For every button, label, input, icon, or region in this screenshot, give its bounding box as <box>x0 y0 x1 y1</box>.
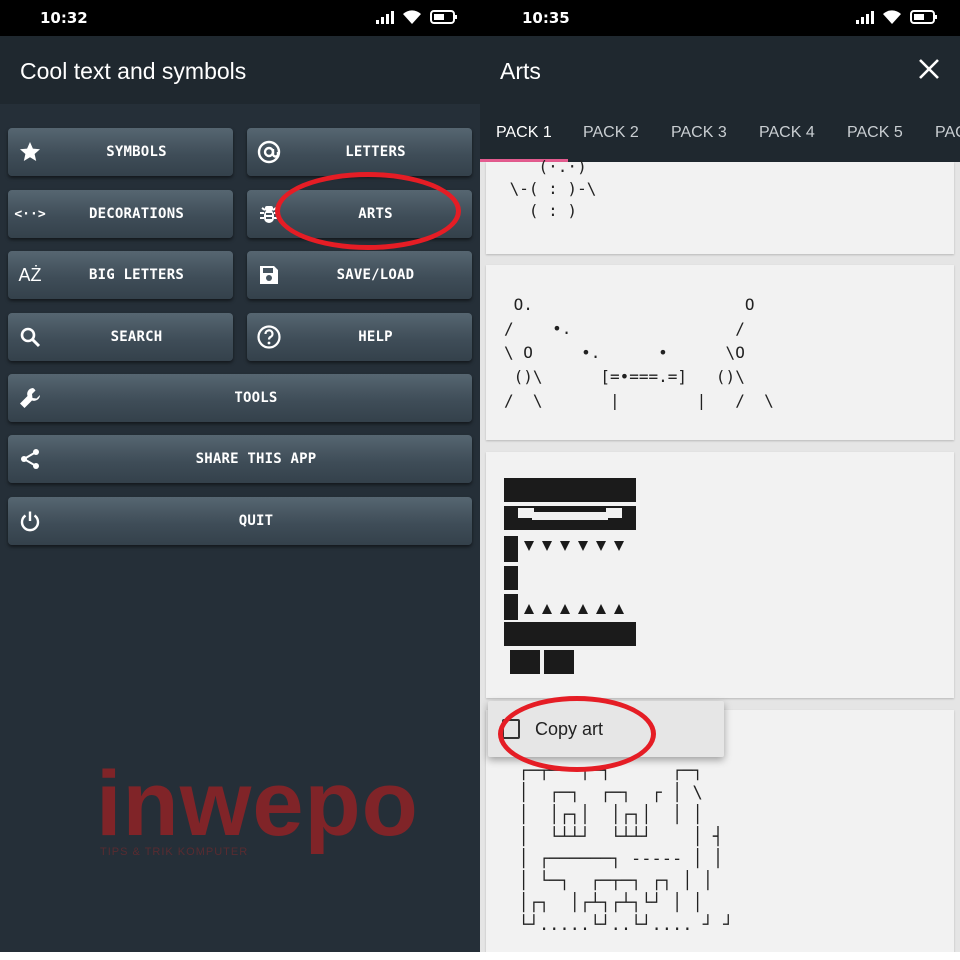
copy-art-popup[interactable]: Copy art <box>488 701 724 757</box>
tools-button[interactable]: TOOLS <box>8 374 472 422</box>
tab-pack-4[interactable]: PACK 4 <box>759 124 815 142</box>
art-card[interactable] <box>486 452 954 698</box>
share-label: SHARE THIS APP <box>195 451 317 467</box>
status-bar: 10:35 <box>480 0 960 36</box>
signal-icon <box>856 10 874 24</box>
app-bar: Arts <box>480 36 960 104</box>
at-sign-icon <box>255 138 283 166</box>
tab-pack-1[interactable]: PACK 1 <box>496 124 552 142</box>
floppy-disk-icon <box>255 261 283 289</box>
arts-screen: 10:35 Arts PACK 1 PACK 2 PACK 3 PACK 4 P… <box>480 0 960 952</box>
search-button[interactable]: SEARCH <box>8 313 233 361</box>
art-text: ┌─┬───┬─┐ ┌─┐ │ ┌─┐ ┌─┐ ┌ │ \ │ │┌┐│ │┌┐… <box>518 761 734 935</box>
bug-icon <box>255 200 283 228</box>
copy-icon <box>502 719 520 739</box>
search-icon <box>16 323 44 351</box>
decorations-button[interactable]: <··> DECORATIONS <box>8 190 233 238</box>
art-card[interactable]: O. O / •. / \ O •. • \O ()\ [=•===.=] ()… <box>486 265 954 440</box>
share-icon <box>16 445 44 473</box>
tab-pack-5[interactable]: PACK 5 <box>847 124 903 142</box>
watermark-logo: inwepo <box>96 753 419 855</box>
close-icon[interactable] <box>916 56 942 82</box>
art-text: (·.·) \-( : )-\ ( : ) <box>509 157 597 220</box>
letters-label: LETTERS <box>345 144 406 160</box>
app-title: Cool text and symbols <box>20 58 247 84</box>
copy-art-label: Copy art <box>535 719 604 739</box>
arts-label: ARTS <box>358 206 393 222</box>
power-icon <box>16 507 44 535</box>
tab-pack-2[interactable]: PACK 2 <box>583 124 639 142</box>
tab-pack-6[interactable]: PAC <box>935 124 960 142</box>
pack-tabs: PACK 1 PACK 2 PACK 3 PACK 4 PACK 5 PAC <box>480 104 960 162</box>
status-time: 10:32 <box>40 9 88 27</box>
wifi-icon <box>402 9 422 25</box>
save-load-button[interactable]: SAVE/LOAD <box>247 251 472 299</box>
status-icons <box>376 9 458 25</box>
art-text: O. O / •. / \ O •. • \O ()\ [=•===.=] ()… <box>504 295 774 410</box>
main-menu-screen: 10:32 Cool text and symbols SYMBOLS LETT… <box>0 0 480 952</box>
save-load-label: SAVE/LOAD <box>336 267 415 283</box>
quit-button[interactable]: QUIT <box>8 497 472 545</box>
status-bar: 10:32 <box>0 0 480 36</box>
quit-label: QUIT <box>238 513 274 529</box>
signal-icon <box>376 10 394 24</box>
star-icon <box>16 138 44 166</box>
wifi-icon <box>882 9 902 25</box>
symbols-button[interactable]: SYMBOLS <box>8 128 233 176</box>
arts-list: (·.·) \-( : )-\ ( : ) O. O / •. / \ O •.… <box>480 157 960 952</box>
search-label: SEARCH <box>110 329 163 345</box>
status-icons <box>856 9 938 25</box>
art-card[interactable]: (·.·) \-( : )-\ ( : ) <box>486 157 954 254</box>
tab-pack-3[interactable]: PACK 3 <box>671 124 727 142</box>
arts-button[interactable]: ARTS <box>247 190 472 238</box>
battery-icon <box>910 9 938 25</box>
decoration-icon: <··> <box>14 206 46 222</box>
help-label: HELP <box>358 329 393 345</box>
watermark-tagline: TIPS & TRIK KOMPUTER <box>100 846 249 858</box>
decorations-label: DECORATIONS <box>89 206 184 222</box>
az-icon: AŻ <box>18 264 42 285</box>
help-icon <box>255 323 283 351</box>
screen-title: Arts <box>500 58 541 84</box>
share-app-button[interactable]: SHARE THIS APP <box>8 435 472 483</box>
help-button[interactable]: HELP <box>247 313 472 361</box>
wrench-icon <box>16 384 44 412</box>
big-letters-button[interactable]: AŻ BIG LETTERS <box>8 251 233 299</box>
symbols-label: SYMBOLS <box>106 144 167 160</box>
app-bar: Cool text and symbols <box>0 36 480 104</box>
big-letters-label: BIG LETTERS <box>89 267 184 283</box>
tools-label: TOOLS <box>234 390 278 406</box>
letters-button[interactable]: LETTERS <box>247 128 472 176</box>
status-time: 10:35 <box>522 9 570 27</box>
battery-icon <box>430 9 458 25</box>
block-monster-art <box>504 478 636 674</box>
